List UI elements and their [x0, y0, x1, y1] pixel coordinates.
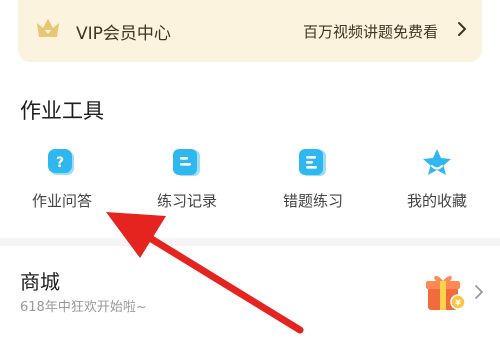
shop-title: 商城 [20, 270, 60, 294]
tool-label: 错题练习 [282, 192, 343, 210]
wrong-questions-icon [299, 149, 326, 176]
section-divider [0, 238, 500, 246]
tool-homework-qa[interactable]: ? 作业问答 [6, 146, 118, 211]
tool-label: 练习记录 [156, 192, 217, 210]
favorites-star-icon [423, 149, 451, 175]
chevron-right-icon [475, 285, 483, 299]
tool-label: 我的收藏 [406, 192, 467, 210]
shop-subtitle: 618年中狂欢开始啦~ [20, 300, 147, 315]
chevron-right-icon [458, 22, 466, 36]
practice-record-icon [173, 149, 200, 176]
tools-section-title: 作业工具 [20, 99, 104, 123]
question-icon: ? [48, 149, 74, 175]
tool-practice-record[interactable]: 练习记录 [131, 146, 243, 211]
crown-icon [37, 19, 59, 37]
svg-text:¥: ¥ [455, 299, 461, 308]
svg-text:?: ? [56, 155, 64, 171]
vip-center-banner[interactable]: VIP会员中心 百万视频讲题免费看 [18, 0, 482, 62]
tool-label: 作业问答 [31, 192, 92, 210]
tool-wrong-questions[interactable]: 错题练习 [257, 146, 369, 211]
tool-my-favorites[interactable]: 我的收藏 [381, 146, 493, 211]
app-screen: VIP会员中心 百万视频讲题免费看 作业工具 ? 作业问答 练习记录 错题练习 … [0, 0, 500, 339]
gift-box-icon: ¥ [426, 276, 466, 310]
vip-title: VIP会员中心 [76, 24, 171, 44]
vip-promo-text: 百万视频讲题免费看 [302, 23, 438, 41]
